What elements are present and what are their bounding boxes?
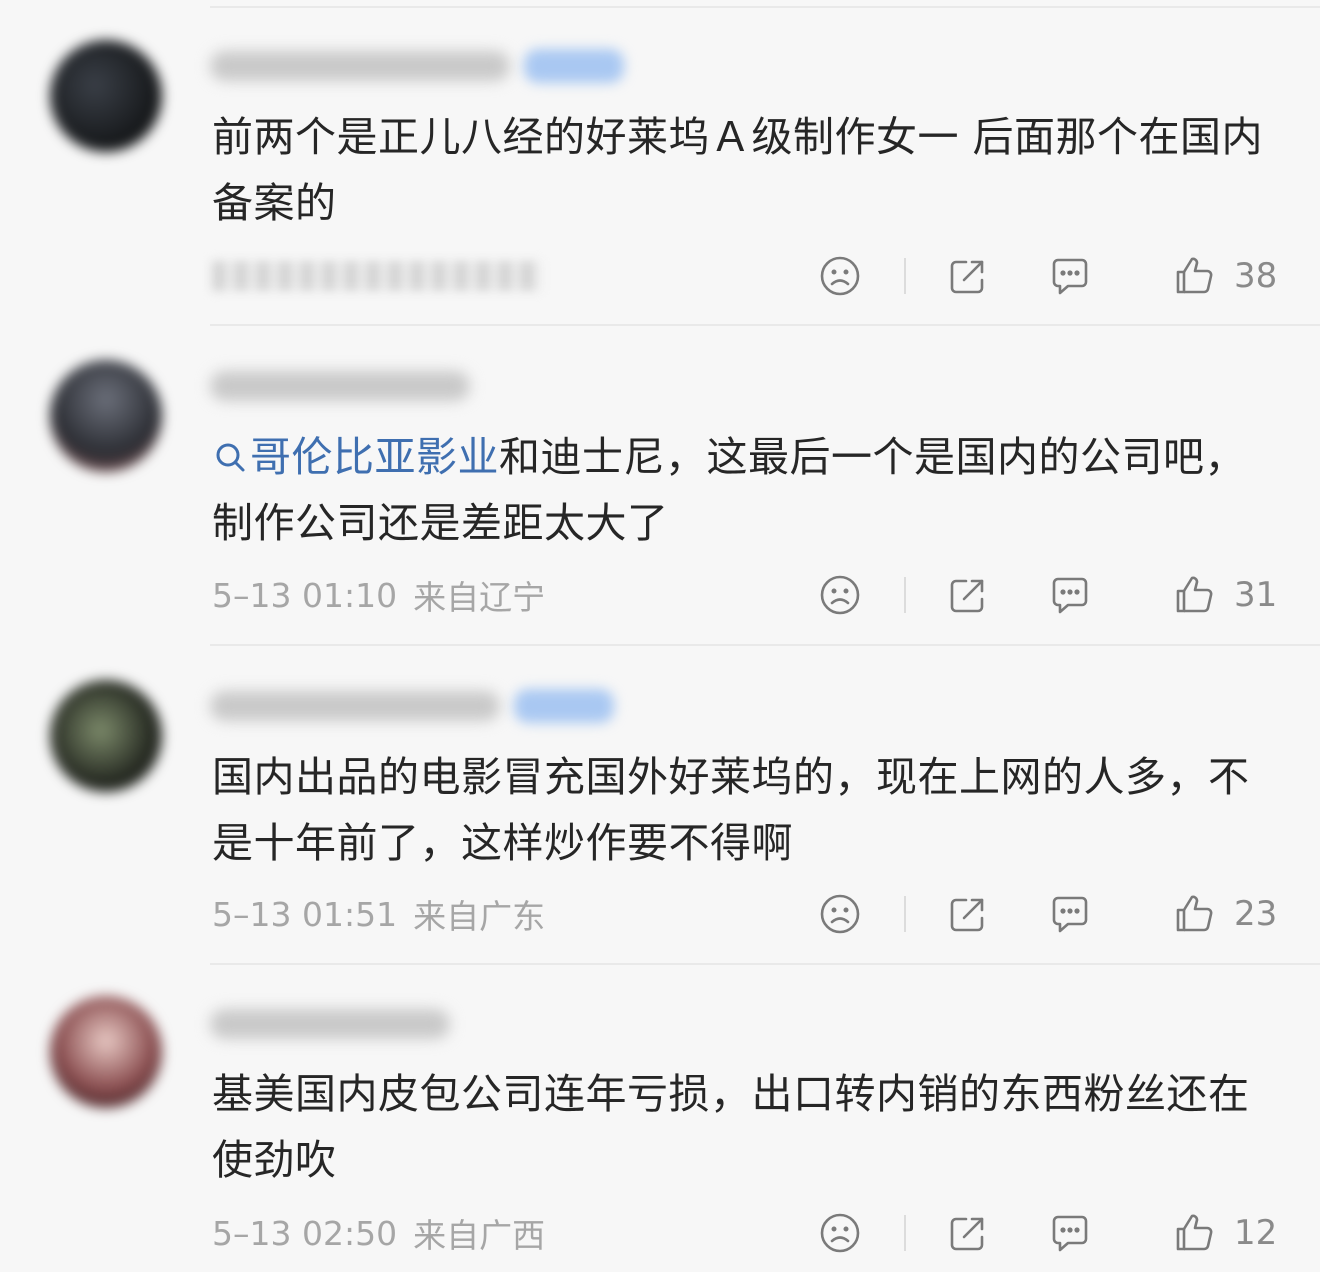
- username[interactable]: [210, 1004, 450, 1044]
- thumbs-up-icon: [1176, 576, 1213, 613]
- like-button[interactable]: 12: [1172, 1211, 1280, 1255]
- comment-location: 来自广东: [413, 897, 546, 936]
- like-count: 31: [1234, 575, 1278, 615]
- like-button[interactable]: 23: [1172, 892, 1280, 936]
- comment-text: 基美国内皮包公司连年亏损，出口转内销的东西粉丝还在使劲吹: [212, 1070, 1250, 1184]
- dislike-button[interactable]: [818, 254, 862, 298]
- separator: [904, 1215, 906, 1251]
- dislike-button[interactable]: [818, 573, 862, 617]
- comment-actions: 23: [818, 892, 1280, 936]
- share-icon: [950, 898, 984, 932]
- separator: [904, 258, 906, 294]
- username[interactable]: [210, 686, 614, 726]
- comment-meta: 5–13 01:51 来自广东 23: [212, 889, 1280, 939]
- divider: [210, 324, 1320, 326]
- separator: [904, 577, 906, 613]
- like-count: 38: [1234, 256, 1278, 296]
- comment-meta: 38: [212, 251, 1280, 301]
- share-button[interactable]: [946, 1211, 990, 1255]
- reply-button[interactable]: [1048, 254, 1092, 298]
- frown-face-icon: [820, 256, 860, 296]
- comment-text: 哥伦比亚影业和迪士尼，这最后一个是国内的公司吧，制作公司还是差距太大了: [212, 433, 1246, 547]
- reply-button[interactable]: [1048, 1211, 1092, 1255]
- comment-time: 5–13 02:50: [212, 1213, 398, 1253]
- comment-actions: 38: [818, 254, 1280, 298]
- frown-face-icon: [820, 1213, 860, 1253]
- comment-actions: 12: [818, 1211, 1280, 1255]
- comment-meta: 5–13 01:10 来自辽宁 31: [212, 570, 1280, 620]
- comment-location: 来自广西: [413, 1216, 546, 1255]
- comment-location: 来自辽宁: [413, 578, 546, 617]
- comment-time: 5–13 01:10: [212, 575, 398, 615]
- comment-bubble-icon: [1052, 896, 1088, 933]
- like-count: 12: [1234, 1213, 1278, 1253]
- frown-face-icon: [820, 575, 860, 615]
- comment-text: 国内出品的电影冒充国外好莱坞的，现在上网的人多，不是十年前了，这样炒作要不得啊: [212, 753, 1250, 867]
- avatar[interactable]: [50, 360, 162, 472]
- like-button[interactable]: 31: [1172, 573, 1280, 617]
- share-icon: [950, 260, 984, 294]
- like-count: 23: [1234, 894, 1278, 934]
- divider: [210, 644, 1320, 646]
- comment-text: 前两个是正儿八经的好莱坞Ａ级制作女一 后面那个在国内备案的: [212, 113, 1264, 227]
- comment-list: 前两个是正儿八经的好莱坞Ａ级制作女一 后面那个在国内备案的 38 哥伦比亚影业和…: [0, 0, 1320, 1272]
- share-button[interactable]: [946, 254, 990, 298]
- comment-actions: 31: [818, 573, 1280, 617]
- thumbs-up-icon: [1176, 257, 1213, 294]
- avatar[interactable]: [50, 996, 162, 1108]
- comment-bubble-icon: [1052, 258, 1088, 295]
- comment-time: 5–13 01:51: [212, 894, 398, 934]
- username[interactable]: [210, 366, 470, 406]
- topic-link[interactable]: 哥伦比亚影业: [212, 433, 499, 481]
- divider: [210, 963, 1320, 965]
- separator: [904, 896, 906, 932]
- reply-button[interactable]: [1048, 892, 1092, 936]
- avatar[interactable]: [50, 680, 162, 792]
- comment-meta: 5–13 02:50 来自广西 12: [212, 1208, 1280, 1258]
- comment-bubble-icon: [1052, 577, 1088, 614]
- share-button[interactable]: [946, 892, 990, 936]
- thumbs-up-icon: [1176, 895, 1213, 932]
- share-button[interactable]: [946, 573, 990, 617]
- share-icon: [950, 1217, 984, 1251]
- share-icon: [950, 579, 984, 613]
- divider: [210, 6, 1320, 8]
- reply-button[interactable]: [1048, 573, 1092, 617]
- comment-bubble-icon: [1052, 1215, 1088, 1252]
- dislike-button[interactable]: [818, 892, 862, 936]
- meta-blurred: [212, 261, 542, 291]
- search-icon: [216, 443, 245, 472]
- frown-face-icon: [820, 894, 860, 934]
- username[interactable]: [210, 46, 624, 86]
- like-button[interactable]: 38: [1172, 254, 1280, 298]
- dislike-button[interactable]: [818, 1211, 862, 1255]
- thumbs-up-icon: [1176, 1214, 1213, 1251]
- avatar[interactable]: [50, 40, 162, 152]
